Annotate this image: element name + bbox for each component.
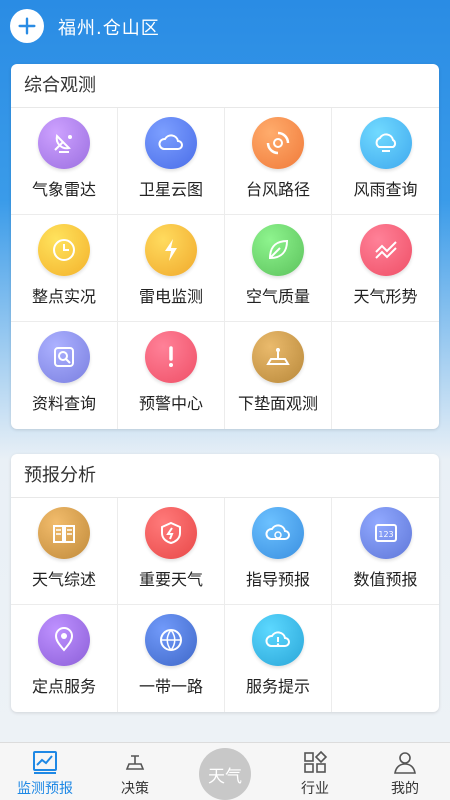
location-pin-icon bbox=[38, 614, 90, 666]
grid-item-cloud-clock[interactable]: 指导预报 bbox=[225, 498, 332, 605]
decision-icon bbox=[125, 755, 145, 770]
grid-item-radar[interactable]: 气象雷达 bbox=[11, 108, 118, 215]
grid-item-label: 空气质量 bbox=[245, 287, 310, 306]
section-title: 预报分析 bbox=[11, 454, 439, 498]
location-title[interactable]: 福州.仓山区 bbox=[58, 14, 160, 40]
grid-item-label: 天气综述 bbox=[31, 570, 96, 589]
grid-item-label: 整点实况 bbox=[31, 287, 96, 306]
typhoon-icon bbox=[252, 117, 304, 169]
surface-icon bbox=[252, 331, 304, 383]
cloud-alert-icon bbox=[252, 614, 304, 666]
grid-item-numeric[interactable]: 123 数值预报 bbox=[332, 498, 439, 605]
user-icon bbox=[394, 752, 416, 774]
grid-item-trend[interactable]: 天气形势 bbox=[332, 215, 439, 322]
svg-text:123: 123 bbox=[378, 530, 393, 539]
tab-weather-center[interactable]: 天气 bbox=[180, 743, 270, 800]
bottom-tab-bar: 监测预报 决策 天气行业 我的 bbox=[0, 742, 450, 800]
tab-decision[interactable]: 决策 bbox=[90, 743, 180, 800]
search-doc-icon bbox=[38, 331, 90, 383]
leaf-icon bbox=[252, 224, 304, 276]
grid-item-label: 预警中心 bbox=[138, 394, 203, 413]
radar-icon bbox=[38, 117, 90, 169]
chart-monitor-icon bbox=[33, 751, 57, 774]
grid-item-book[interactable]: 天气综述 bbox=[11, 498, 118, 605]
grid-item-globe[interactable]: 一带一路 bbox=[118, 605, 225, 712]
alert-icon bbox=[145, 331, 197, 383]
grid-item-wind-rain[interactable]: 风雨查询 bbox=[332, 108, 439, 215]
grid-item-label: 资料查询 bbox=[31, 394, 96, 413]
tab-user[interactable]: 我的 bbox=[360, 743, 450, 800]
grid-item-label: 服务提示 bbox=[245, 677, 310, 696]
cloud-icon bbox=[145, 117, 197, 169]
grid-item-label: 下垫面观测 bbox=[237, 394, 318, 413]
grid-item-label: 数值预报 bbox=[353, 570, 418, 589]
grid-item-label: 定点服务 bbox=[31, 677, 96, 696]
plus-icon bbox=[18, 17, 36, 35]
shield-icon bbox=[145, 507, 197, 559]
grid-item-label: 重要天气 bbox=[138, 570, 203, 589]
grid-item-label: 卫星云图 bbox=[138, 180, 203, 199]
grid-item-cloud-alert[interactable]: 服务提示 bbox=[225, 605, 332, 712]
grid-item-label: 台风路径 bbox=[245, 180, 310, 199]
grid-item-location-pin[interactable]: 定点服务 bbox=[11, 605, 118, 712]
grid-item-label: 雷电监测 bbox=[138, 287, 203, 306]
tab-label: 行业 bbox=[301, 781, 329, 797]
add-location-button[interactable] bbox=[10, 9, 44, 43]
tab-grid-shapes[interactable]: 行业 bbox=[270, 743, 360, 800]
grid-empty-cell bbox=[332, 322, 439, 429]
grid-item-alert[interactable]: 预警中心 bbox=[118, 322, 225, 429]
numeric-icon: 123 bbox=[359, 507, 412, 559]
grid-item-lightning[interactable]: 雷电监测 bbox=[118, 215, 225, 322]
grid-item-label: 气象雷达 bbox=[31, 180, 96, 199]
grid-item-label: 天气形势 bbox=[353, 287, 418, 306]
grid-item-label: 风雨查询 bbox=[353, 180, 418, 199]
header: 福州.仓山区 bbox=[0, 0, 450, 52]
tab-label: 我的 bbox=[391, 781, 419, 797]
section-title: 综合观测 bbox=[11, 64, 439, 108]
tab-label: 决策 bbox=[121, 781, 149, 797]
grid-item-shield[interactable]: 重要天气 bbox=[118, 498, 225, 605]
grid-item-clock[interactable]: 整点实况 bbox=[11, 215, 118, 322]
wind-rain-icon bbox=[359, 117, 412, 169]
globe-icon bbox=[145, 614, 197, 666]
grid-item-surface[interactable]: 下垫面观测 bbox=[225, 322, 332, 429]
lightning-icon bbox=[145, 224, 197, 276]
tab-label: 监测预报 bbox=[17, 781, 73, 797]
forecast-card: 预报分析 天气综述 重要天气 指导预报 123 数值预报定点服务 一带一路 服务提示 bbox=[11, 454, 439, 712]
forecast-grid: 天气综述 重要天气 指导预报 123 数值预报定点服务 一带一路 服务提示 bbox=[11, 498, 439, 712]
trend-icon bbox=[359, 224, 412, 276]
grid-item-label: 指导预报 bbox=[245, 570, 310, 589]
clock-icon bbox=[38, 224, 90, 276]
grid-empty-cell bbox=[332, 605, 439, 712]
observation-card: 综合观测 气象雷达 卫星云图 台风路径 风雨查询整点实况 雷电监测 空气质量 天气形势资料查… bbox=[11, 64, 439, 429]
grid-item-leaf[interactable]: 空气质量 bbox=[225, 215, 332, 322]
cloud-clock-icon bbox=[252, 507, 304, 559]
weather-logo-icon: 天气 bbox=[199, 748, 251, 800]
grid-item-search-doc[interactable]: 资料查询 bbox=[11, 322, 118, 429]
grid-item-typhoon[interactable]: 台风路径 bbox=[225, 108, 332, 215]
grid-item-label: 一带一路 bbox=[138, 677, 203, 696]
grid-shapes-icon bbox=[304, 750, 328, 773]
book-icon bbox=[38, 507, 90, 559]
tab-chart-monitor[interactable]: 监测预报 bbox=[0, 743, 90, 800]
grid-item-cloud[interactable]: 卫星云图 bbox=[118, 108, 225, 215]
observation-grid: 气象雷达 卫星云图 台风路径 风雨查询整点实况 雷电监测 空气质量 天气形势资料查询 预警中心… bbox=[11, 108, 439, 429]
